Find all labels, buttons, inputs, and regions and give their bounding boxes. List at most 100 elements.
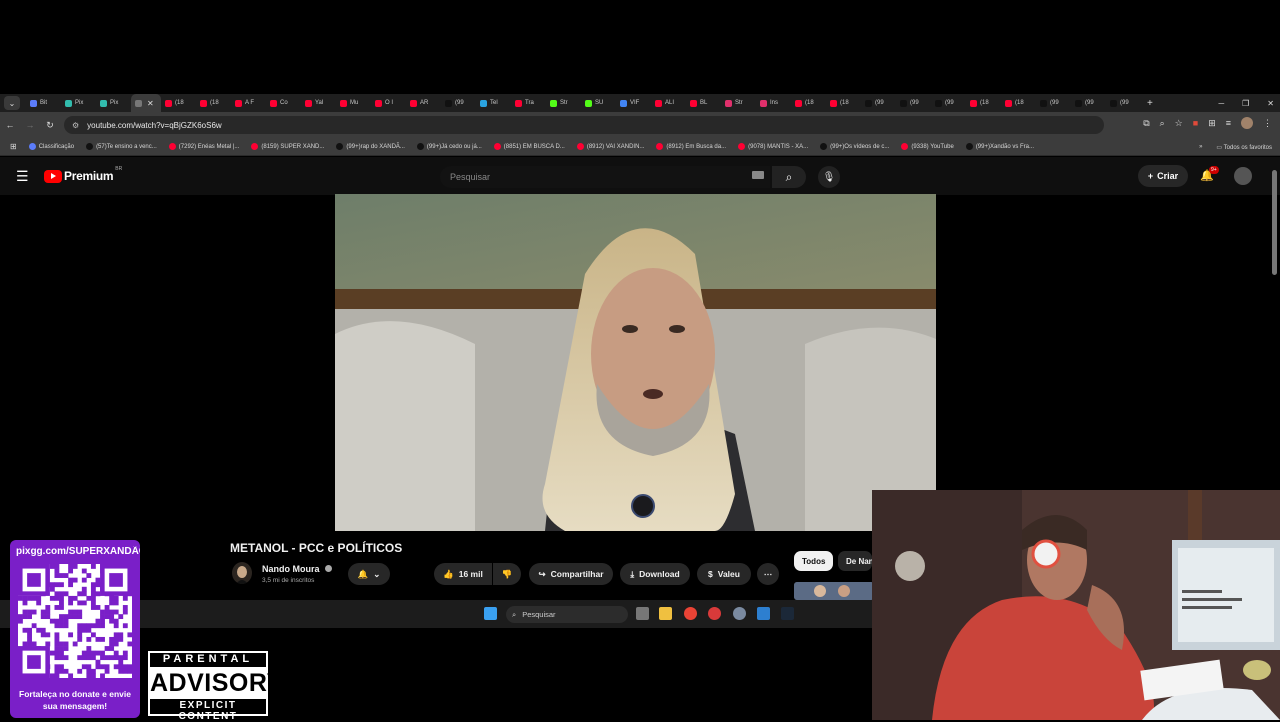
settings-taskbar-icon[interactable] (733, 607, 746, 620)
page-scrollbar[interactable] (1272, 170, 1277, 275)
app-taskbar-icon[interactable] (757, 607, 770, 620)
download-button[interactable]: ⤓ Download (620, 563, 690, 585)
account-avatar[interactable] (1234, 167, 1252, 185)
browser-tab[interactable]: (18 (1001, 94, 1036, 112)
bookmark-item[interactable]: (8159) SUPER XAND... (251, 143, 324, 150)
channel-avatar[interactable] (232, 562, 252, 584)
browser-tab[interactable]: Co (266, 94, 301, 112)
obs-icon[interactable] (708, 607, 721, 620)
media-control-icon[interactable]: ≡ (1226, 118, 1231, 128)
share-button[interactable]: ↪ Compartilhar (529, 563, 613, 585)
browser-tab[interactable]: Mu (336, 94, 371, 112)
bookmark-item[interactable]: Classificação (28, 143, 74, 150)
forward-icon[interactable]: → (20, 120, 40, 130)
search-input[interactable]: Pesquisar (440, 166, 770, 188)
browser-tab[interactable]: (99 (441, 94, 476, 112)
new-tab-icon[interactable]: + (1147, 98, 1153, 109)
steam-icon[interactable] (781, 607, 794, 620)
file-explorer-icon[interactable] (659, 607, 672, 620)
like-button[interactable]: 👍 16 mil (434, 563, 492, 585)
browser-tab[interactable]: (99 (1071, 94, 1106, 112)
address-bar[interactable]: ⚙ youtube.com/watch?v=qBjGZK6oS6w (64, 116, 1104, 134)
share-icon: ↪ (538, 568, 546, 579)
create-button[interactable]: + Criar (1138, 165, 1188, 187)
windows-start-icon[interactable] (484, 607, 497, 620)
browser-tab[interactable]: Ins (756, 94, 791, 112)
channel-name[interactable]: Nando Moura (262, 564, 320, 574)
extension-icon[interactable]: ■ (1193, 118, 1198, 128)
thanks-button[interactable]: $ Valeu (697, 563, 751, 585)
voice-search-button[interactable]: 🎙 (818, 166, 840, 188)
tab-close-icon[interactable]: ✕ (147, 99, 154, 108)
browser-tab[interactable]: ✕ (131, 94, 161, 112)
guide-menu-icon[interactable]: ☰ (16, 169, 29, 183)
extensions-puzzle-icon[interactable]: ⊞ (1208, 118, 1216, 129)
chrome-taskbar-icon[interactable] (684, 607, 697, 620)
apps-grid-icon[interactable]: ⊞ (10, 142, 17, 151)
browser-tab[interactable]: ALI (651, 94, 686, 112)
browser-tab[interactable]: Pix (61, 94, 96, 112)
taskbar-search[interactable]: ⌕ Pesquisar (506, 606, 628, 623)
reload-icon[interactable]: ↻ (40, 120, 60, 131)
browser-tab[interactable]: BL (686, 94, 721, 112)
browser-tab[interactable]: (99 (896, 94, 931, 112)
browser-tab[interactable]: (99 (861, 94, 896, 112)
bookmark-item[interactable]: (9338) YouTube (901, 143, 954, 150)
search-button[interactable]: ⌕ (772, 166, 806, 188)
browser-tab[interactable]: AR (406, 94, 441, 112)
profile-avatar[interactable] (1241, 117, 1253, 129)
browser-tab[interactable]: Pix (96, 94, 131, 112)
recommended-thumbnail[interactable] (794, 582, 874, 600)
browser-tab[interactable]: (18 (196, 94, 231, 112)
site-info-icon[interactable]: ⚙ (72, 121, 79, 130)
browser-tab[interactable]: (99 (1036, 94, 1071, 112)
bookmark-item[interactable]: (9078) MANTIS - XA... (738, 143, 808, 150)
browser-tab[interactable]: Bit (26, 94, 61, 112)
bookmark-item[interactable]: (99+)rap do XANDÃ... (336, 143, 405, 150)
youtube-premium-logo[interactable]: Premium BR (44, 166, 122, 183)
browser-tab[interactable]: Tra (511, 94, 546, 112)
browser-tab[interactable]: A F (231, 94, 266, 112)
more-actions-button[interactable]: ⋯ (757, 563, 779, 585)
bookmark-item[interactable]: (99+)Os vídeos de c... (820, 143, 889, 150)
browser-tab[interactable]: (99 (1106, 94, 1141, 112)
bookmark-star-icon[interactable]: ☆ (1175, 118, 1183, 129)
close-window-icon[interactable]: ✕ (1267, 99, 1274, 108)
chip-all[interactable]: Todos (794, 551, 834, 571)
bookmark-item[interactable]: (7292) Enéas Metal |... (168, 143, 239, 150)
browser-tab[interactable]: (99 (931, 94, 966, 112)
video-player[interactable] (335, 194, 936, 531)
keyboard-icon[interactable] (752, 171, 764, 179)
chrome-menu-icon[interactable]: ⋮ (1263, 118, 1272, 129)
browser-tab[interactable]: Str (721, 94, 756, 112)
bookmark-item[interactable]: (57)Te ensino a venc... (86, 143, 157, 150)
maximize-icon[interactable]: ❐ (1242, 99, 1249, 108)
minimize-icon[interactable]: ─ (1218, 99, 1224, 108)
zoom-icon[interactable]: ⌕ (1160, 118, 1165, 129)
chip-channel[interactable]: De Nan (838, 551, 872, 571)
dislike-button[interactable]: 👎 (493, 563, 521, 585)
browser-tab[interactable]: (18 (966, 94, 1001, 112)
bookmark-item[interactable]: (99+)Xandão vs Fra... (965, 143, 1034, 150)
browser-tab[interactable]: (18 (826, 94, 861, 112)
back-icon[interactable]: ← (0, 120, 20, 130)
bookmark-favicon-icon (656, 143, 664, 150)
bookmark-item[interactable]: (99+)Já cedo ou já... (416, 143, 482, 150)
browser-tab[interactable]: Str (546, 94, 581, 112)
all-bookmarks[interactable]: ▭ Todos os favoritos (1216, 144, 1272, 151)
browser-tab[interactable]: (18 (791, 94, 826, 112)
browser-tab[interactable]: Tel (476, 94, 511, 112)
bookmark-item[interactable]: (8912) VAI XANDIN... (576, 143, 644, 150)
browser-tab[interactable]: O I (371, 94, 406, 112)
bookmark-item[interactable]: (8851) EM BUSCA D... (493, 143, 565, 150)
browser-tab[interactable]: SU (581, 94, 616, 112)
browser-tab[interactable]: Yal (301, 94, 336, 112)
browser-tab[interactable]: (18 (161, 94, 196, 112)
install-app-icon[interactable]: ⧉ (1143, 118, 1149, 129)
subscribed-notifications-button[interactable]: 🔔 ⌄ (348, 563, 390, 585)
browser-tab[interactable]: VIF (616, 94, 651, 112)
more-bookmarks-icon[interactable]: » (1199, 144, 1202, 150)
tab-search-dropdown-icon[interactable]: ⌄ (4, 96, 20, 110)
bookmark-item[interactable]: (8912) Em Busca da... (656, 143, 726, 150)
task-view-icon[interactable] (636, 607, 649, 620)
